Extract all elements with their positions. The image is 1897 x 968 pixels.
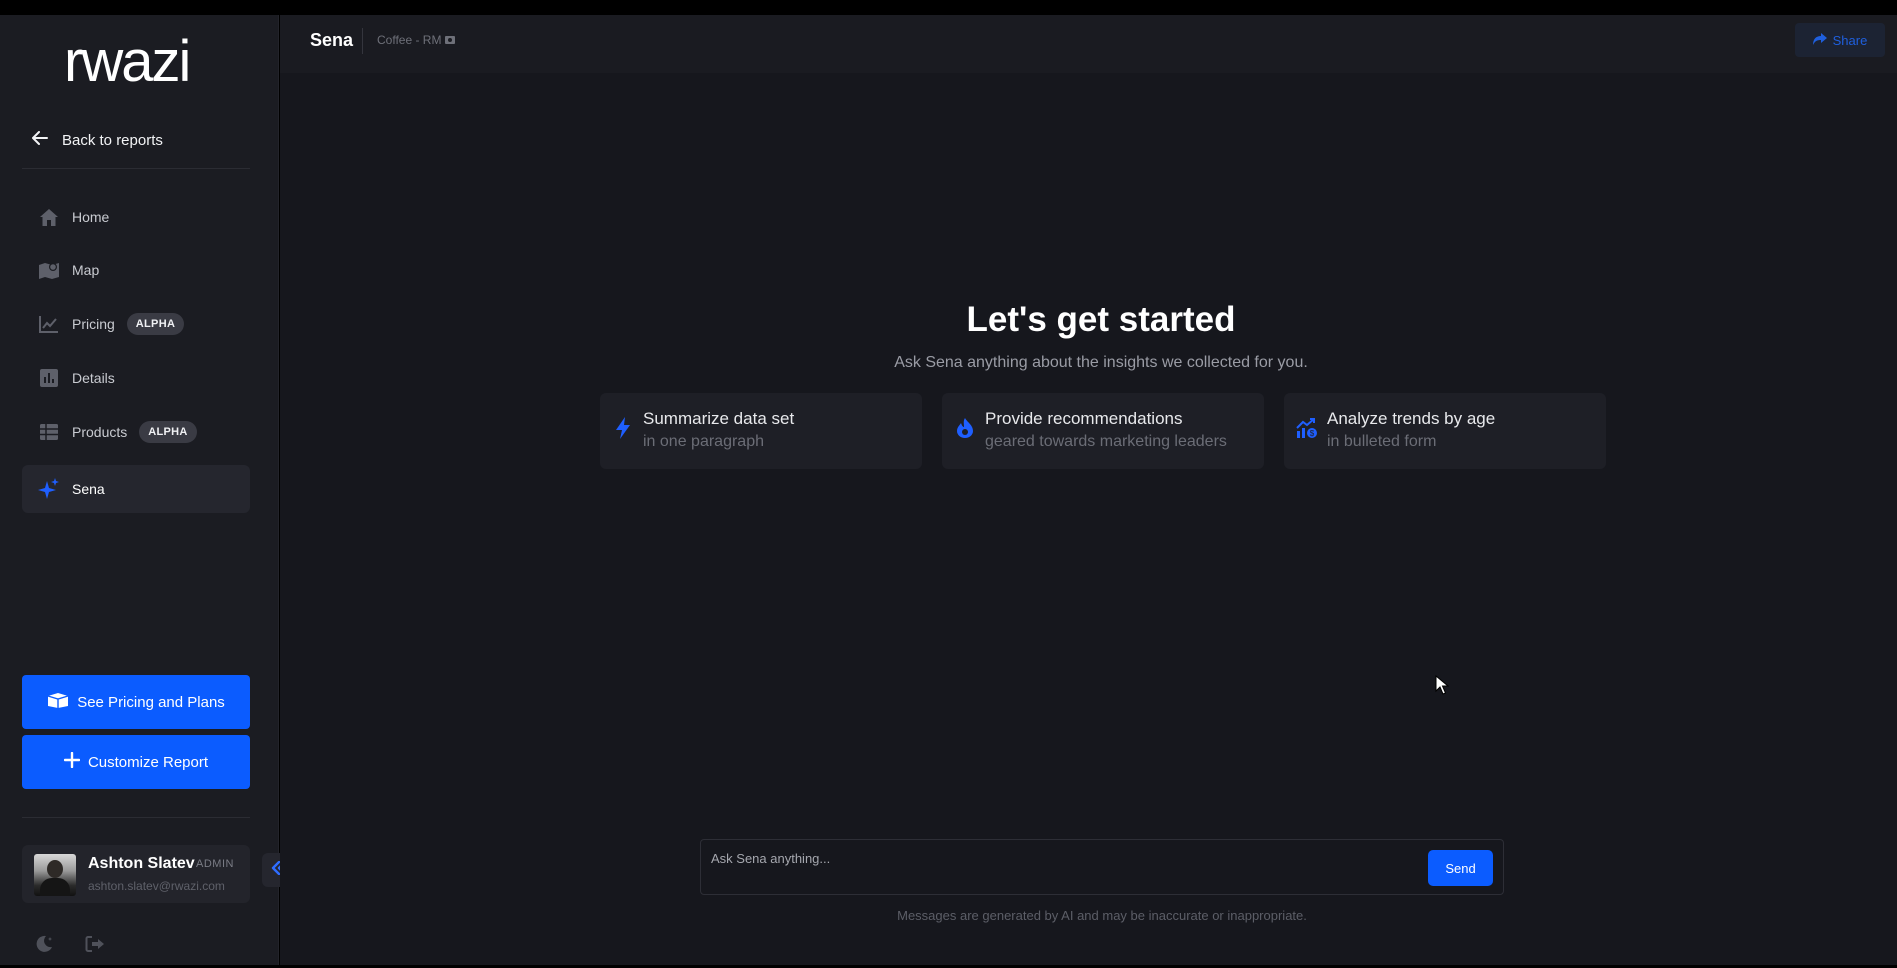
report-name: Coffee - RM [377, 33, 456, 47]
avatar [34, 854, 76, 896]
chat-composer: Send [700, 839, 1504, 895]
sidebar: rwazi Back to reports Home Map Pricing A… [0, 15, 279, 965]
sidebar-item-label: Home [72, 209, 110, 225]
alpha-badge: ALPHA [126, 313, 185, 335]
back-label: Back to reports [62, 131, 163, 149]
suggestion-detail: in one paragraph [643, 433, 764, 450]
trend-icon: $ [1296, 417, 1318, 439]
suggestion-title: Analyze trends by age [1327, 409, 1496, 428]
customize-report-label: Customize Report [87, 753, 209, 771]
sidebar-item-label: Map [72, 262, 100, 278]
sidebar-item-products[interactable]: Products ALPHA [22, 408, 250, 456]
user-card[interactable]: Ashton Slatev ADMIN ashton.slatev@rwazi.… [22, 845, 250, 903]
header: Sena Coffee - RM Share [280, 15, 1897, 73]
share-button[interactable]: Share [1795, 23, 1885, 57]
sidebar-item-details[interactable]: Details [22, 354, 250, 402]
main-content: Sena Coffee - RM Share Let's get started… [280, 15, 1897, 965]
suggestion-title: Provide recommendations [985, 409, 1183, 428]
svg-text:$: $ [1310, 429, 1315, 438]
arrow-left-icon [32, 130, 48, 150]
sidebar-item-label: Pricing [72, 316, 115, 332]
user-name: Ashton Slatev [88, 855, 195, 872]
top-bar [0, 0, 1897, 15]
customize-report-button[interactable]: Customize Report [22, 735, 250, 789]
see-pricing-and-plans-button[interactable]: See Pricing and Plans [22, 675, 250, 729]
sidebar-item-label: Details [72, 370, 115, 386]
rwazi-logo[interactable]: rwazi [64, 33, 210, 89]
suggestion-analyze-trends[interactable]: $ Analyze trends by age in bulleted form [1284, 393, 1606, 469]
chat-input[interactable] [711, 848, 1411, 868]
sidebar-item-label: Products [72, 424, 128, 440]
box-icon [47, 692, 69, 712]
mouse-cursor-icon [1435, 675, 1449, 695]
suggestion-detail: in bulleted form [1327, 433, 1437, 450]
theme-toggle-moon-icon[interactable] [33, 933, 55, 955]
see-pricing-label: See Pricing and Plans [77, 693, 225, 711]
alpha-badge: ALPHA [139, 421, 197, 443]
home-icon [38, 206, 60, 228]
header-separator [362, 28, 363, 54]
back-to-reports-link[interactable]: Back to reports [32, 128, 163, 152]
ai-disclaimer: Messages are generated by AI and may be … [897, 908, 1307, 923]
table-icon [38, 421, 60, 443]
chart-line-icon [38, 313, 60, 335]
user-role: ADMIN [196, 858, 234, 870]
bar-chart-icon [38, 367, 60, 389]
bolt-icon [612, 417, 634, 439]
fire-icon [954, 417, 976, 439]
report-name-label: Coffee - RM [377, 33, 442, 47]
hero-subheading: Ask Sena anything about the insights we … [894, 354, 1308, 371]
divider [22, 168, 250, 169]
flag-icon [445, 33, 456, 47]
sidebar-item-map[interactable]: Map [22, 246, 250, 294]
share-label: Share [1832, 32, 1868, 48]
sidebar-item-pricing[interactable]: Pricing ALPHA [22, 300, 250, 348]
share-icon [1812, 32, 1827, 48]
plus-icon [63, 751, 81, 772]
sidebar-item-sena[interactable]: Sena [22, 465, 250, 513]
page-title: Sena [310, 30, 354, 50]
map-icon [38, 259, 60, 281]
sparkles-icon [38, 478, 60, 500]
sidebar-item-label: Sena [72, 481, 105, 497]
suggestion-recommendations[interactable]: Provide recommendations geared towards m… [942, 393, 1264, 469]
divider [22, 817, 250, 818]
send-button[interactable]: Send [1428, 850, 1493, 886]
suggestion-title: Summarize data set [643, 409, 795, 428]
suggestion-summarize[interactable]: Summarize data set in one paragraph [600, 393, 922, 469]
sidebar-item-home[interactable]: Home [22, 193, 250, 241]
svg-text:rwazi: rwazi [64, 33, 189, 89]
suggestion-detail: geared towards marketing leaders [985, 433, 1227, 450]
logout-icon[interactable] [84, 933, 106, 955]
hero-heading: Let's get started [966, 300, 1236, 339]
user-email: ashton.slatev@rwazi.com [88, 879, 225, 893]
